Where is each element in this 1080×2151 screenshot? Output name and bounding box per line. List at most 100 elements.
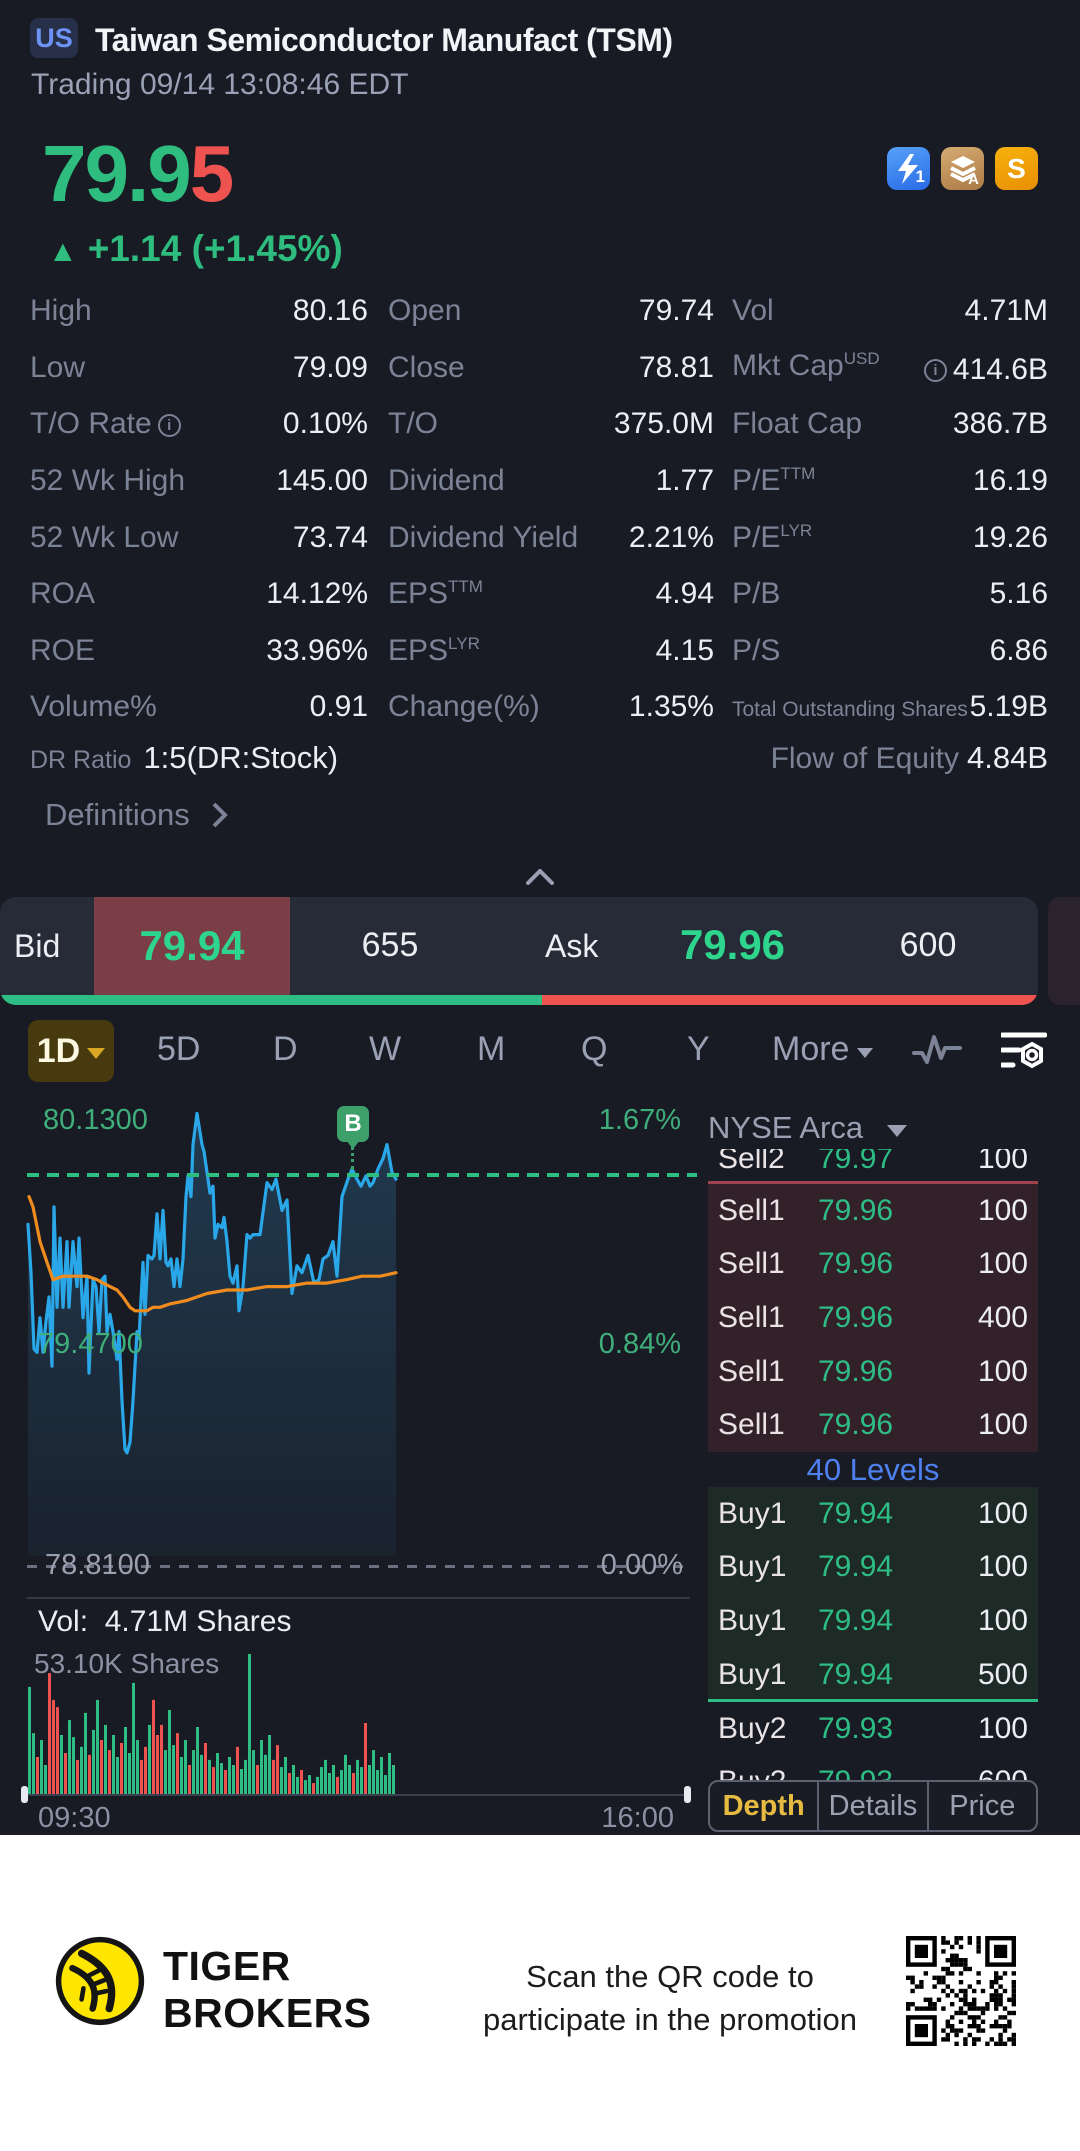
stat-label: 52 Wk High (30, 464, 186, 498)
stat-row: Volume% 0.91 Change(%) 1.35% Total Outstandi… (30, 679, 1048, 736)
depth-row[interactable]: Buy1 79.94 100 (708, 1594, 1038, 1648)
dr-ratio-value: 1:5(DR:Stock) (143, 740, 339, 775)
depth-price: 79.94 (818, 1496, 894, 1530)
chart-scale-mid-pct: 0.84% (598, 1328, 681, 1360)
quote-feature-icons: 1 A S (887, 147, 1038, 190)
stat-value: i 414.6B (918, 353, 1048, 387)
promo-line1: Scan the QR code to (526, 1959, 814, 1994)
buy-trade-marker[interactable]: B (337, 1106, 369, 1149)
collapse-panel-button[interactable] (526, 868, 554, 890)
tab-period-y[interactable]: Y (687, 1030, 710, 1069)
stat-cell: Open 79.74 (388, 294, 714, 328)
stat-label: Volume% (30, 690, 157, 724)
stat-row: ROA 14.12% EPSTTM 4.94 P/B 5.16 (30, 566, 1048, 623)
stat-label: Dividend (388, 464, 505, 498)
promo-footer: TIGER BROKERS Scan the QR code to partic… (0, 1835, 1080, 2151)
stat-value: 2.21% (628, 520, 714, 554)
info-icon[interactable]: i (157, 414, 181, 438)
depth-price: 79.94 (818, 1657, 894, 1691)
brand-line1: TIGER (163, 1943, 291, 1989)
levels-link[interactable]: 40 Levels (708, 1452, 1038, 1488)
chart-range-handle-left[interactable] (21, 1786, 28, 1803)
depth-row[interactable]: Buy1 79.94 100 (708, 1541, 1038, 1595)
dark-app-area: US Taiwan Semiconductor Manufact (TSM) T… (0, 0, 1080, 1835)
more-label: More (772, 1030, 850, 1068)
chart-scale-top-pct: 1.67% (598, 1104, 681, 1136)
dr-ratio-label: DR Ratio (30, 746, 132, 774)
buy-depth-block: Buy1 79.94 100 Buy1 79.94 100 Buy1 79.94 100 Buy1… (708, 1487, 1038, 1702)
venue-dropdown[interactable]: NYSE Arca (708, 1110, 908, 1146)
up-arrow-icon: ▲ (48, 235, 78, 268)
stat-cell: P/ETTM 16.19 (732, 464, 1048, 498)
stat-cell: Dividend 1.77 (388, 464, 714, 498)
tab-period-d[interactable]: D (273, 1030, 298, 1069)
lightning-quote-icon[interactable]: 1 (887, 147, 930, 190)
stat-cell: T/O Rate i 0.10% (30, 407, 368, 441)
chart-range-handle-right[interactable] (684, 1786, 691, 1803)
depth-size: 100 (977, 1496, 1028, 1530)
depth-row[interactable]: Buy2 79.93 100 (708, 1702, 1038, 1756)
depth-tab-depth[interactable]: Depth (710, 1782, 820, 1830)
ask-ratio-segment (542, 995, 1038, 1005)
depth-row[interactable]: Buy1 79.94 100 (708, 1487, 1038, 1541)
chevron-down-icon (87, 1047, 106, 1059)
depth-size: 100 (977, 1408, 1028, 1442)
stat-cell: Change(%) 1.35% (388, 690, 714, 724)
tab-period-w[interactable]: W (369, 1030, 401, 1069)
clipped-sell2-row: Sell2 79.97 100 (708, 1149, 1038, 1179)
tab-period-m[interactable]: M (477, 1030, 505, 1069)
bid-ask-card[interactable]: Bid 79.94 655 Ask 79.96 600 (0, 897, 1038, 1005)
depth-level-label: Sell1 (718, 1354, 785, 1388)
ask-price[interactable]: 79.96 (660, 921, 805, 969)
tab-period-more[interactable]: More (772, 1030, 874, 1069)
depth-size: 100 (977, 1354, 1028, 1388)
info-icon[interactable]: i (923, 358, 947, 382)
stat-label: Close (388, 350, 465, 384)
line-chart-style-icon[interactable] (912, 1032, 962, 1077)
next-card-edge[interactable] (1048, 897, 1080, 1005)
stat-label: High (30, 294, 92, 328)
tab-1d-label: 1D (36, 1031, 81, 1070)
depth-size: 400 (977, 1300, 1028, 1334)
chevron-down-icon (887, 1125, 908, 1137)
tab-period-1d[interactable]: 1D (28, 1020, 114, 1082)
stat-value: 4.71M (964, 294, 1048, 328)
depth-row[interactable]: Sell1 79.96 100 (708, 1184, 1038, 1238)
depth-row[interactable]: Sell1 79.96 100 (708, 1398, 1038, 1452)
stat-value: 4.15 (655, 633, 714, 667)
depth-row[interactable]: Sell2 79.97 100 (708, 1149, 1038, 1179)
depth-size: 100 (977, 1603, 1028, 1637)
depth-tab-price[interactable]: Price (929, 1782, 1036, 1830)
depth-row[interactable]: Buy1 79.94 500 (708, 1648, 1038, 1702)
chart-scale-mid-price: 79.4700 (38, 1328, 143, 1360)
price-chart[interactable] (0, 1082, 700, 1842)
depth-level-label: Buy1 (718, 1496, 787, 1530)
current-price: 79.95 (42, 134, 234, 214)
depth-level-label: Buy1 (718, 1550, 787, 1584)
depth-tab-details[interactable]: Details (819, 1782, 929, 1830)
market-badge-us: US (30, 18, 78, 58)
dollar-icon[interactable]: S (995, 147, 1038, 190)
depth-price: 79.96 (818, 1300, 894, 1334)
depth-row[interactable]: Sell1 79.96 100 (708, 1345, 1038, 1399)
depth-level-label: Sell1 (718, 1193, 785, 1227)
definitions-link[interactable]: Definitions (45, 797, 228, 833)
stat-cell: Low 79.09 (30, 351, 368, 385)
bid-price-box[interactable]: 79.94 (94, 897, 290, 995)
layers-a-icon[interactable]: A (941, 147, 984, 190)
indicator-settings-icon[interactable] (999, 1030, 1048, 1079)
stat-value: 80.16 (292, 294, 368, 328)
depth-row[interactable]: Sell1 79.96 400 (708, 1291, 1038, 1345)
stat-cell: Close 78.81 (388, 351, 714, 385)
time-axis-open: 09:30 (38, 1802, 111, 1834)
stat-value: 1.77 (655, 464, 714, 498)
stat-label: Change(%) (388, 690, 540, 724)
depth-row[interactable]: Sell1 79.96 100 (708, 1238, 1038, 1292)
tab-period-q[interactable]: Q (581, 1030, 607, 1069)
stat-cell: P/B 5.16 (732, 577, 1048, 611)
chevron-down-icon (857, 1047, 874, 1058)
tiger-brokers-logo (55, 1936, 145, 2026)
stat-cell: ROA 14.12% (30, 577, 368, 611)
stat-value: 33.96% (266, 633, 368, 667)
tab-period-5d[interactable]: 5D (157, 1030, 200, 1069)
